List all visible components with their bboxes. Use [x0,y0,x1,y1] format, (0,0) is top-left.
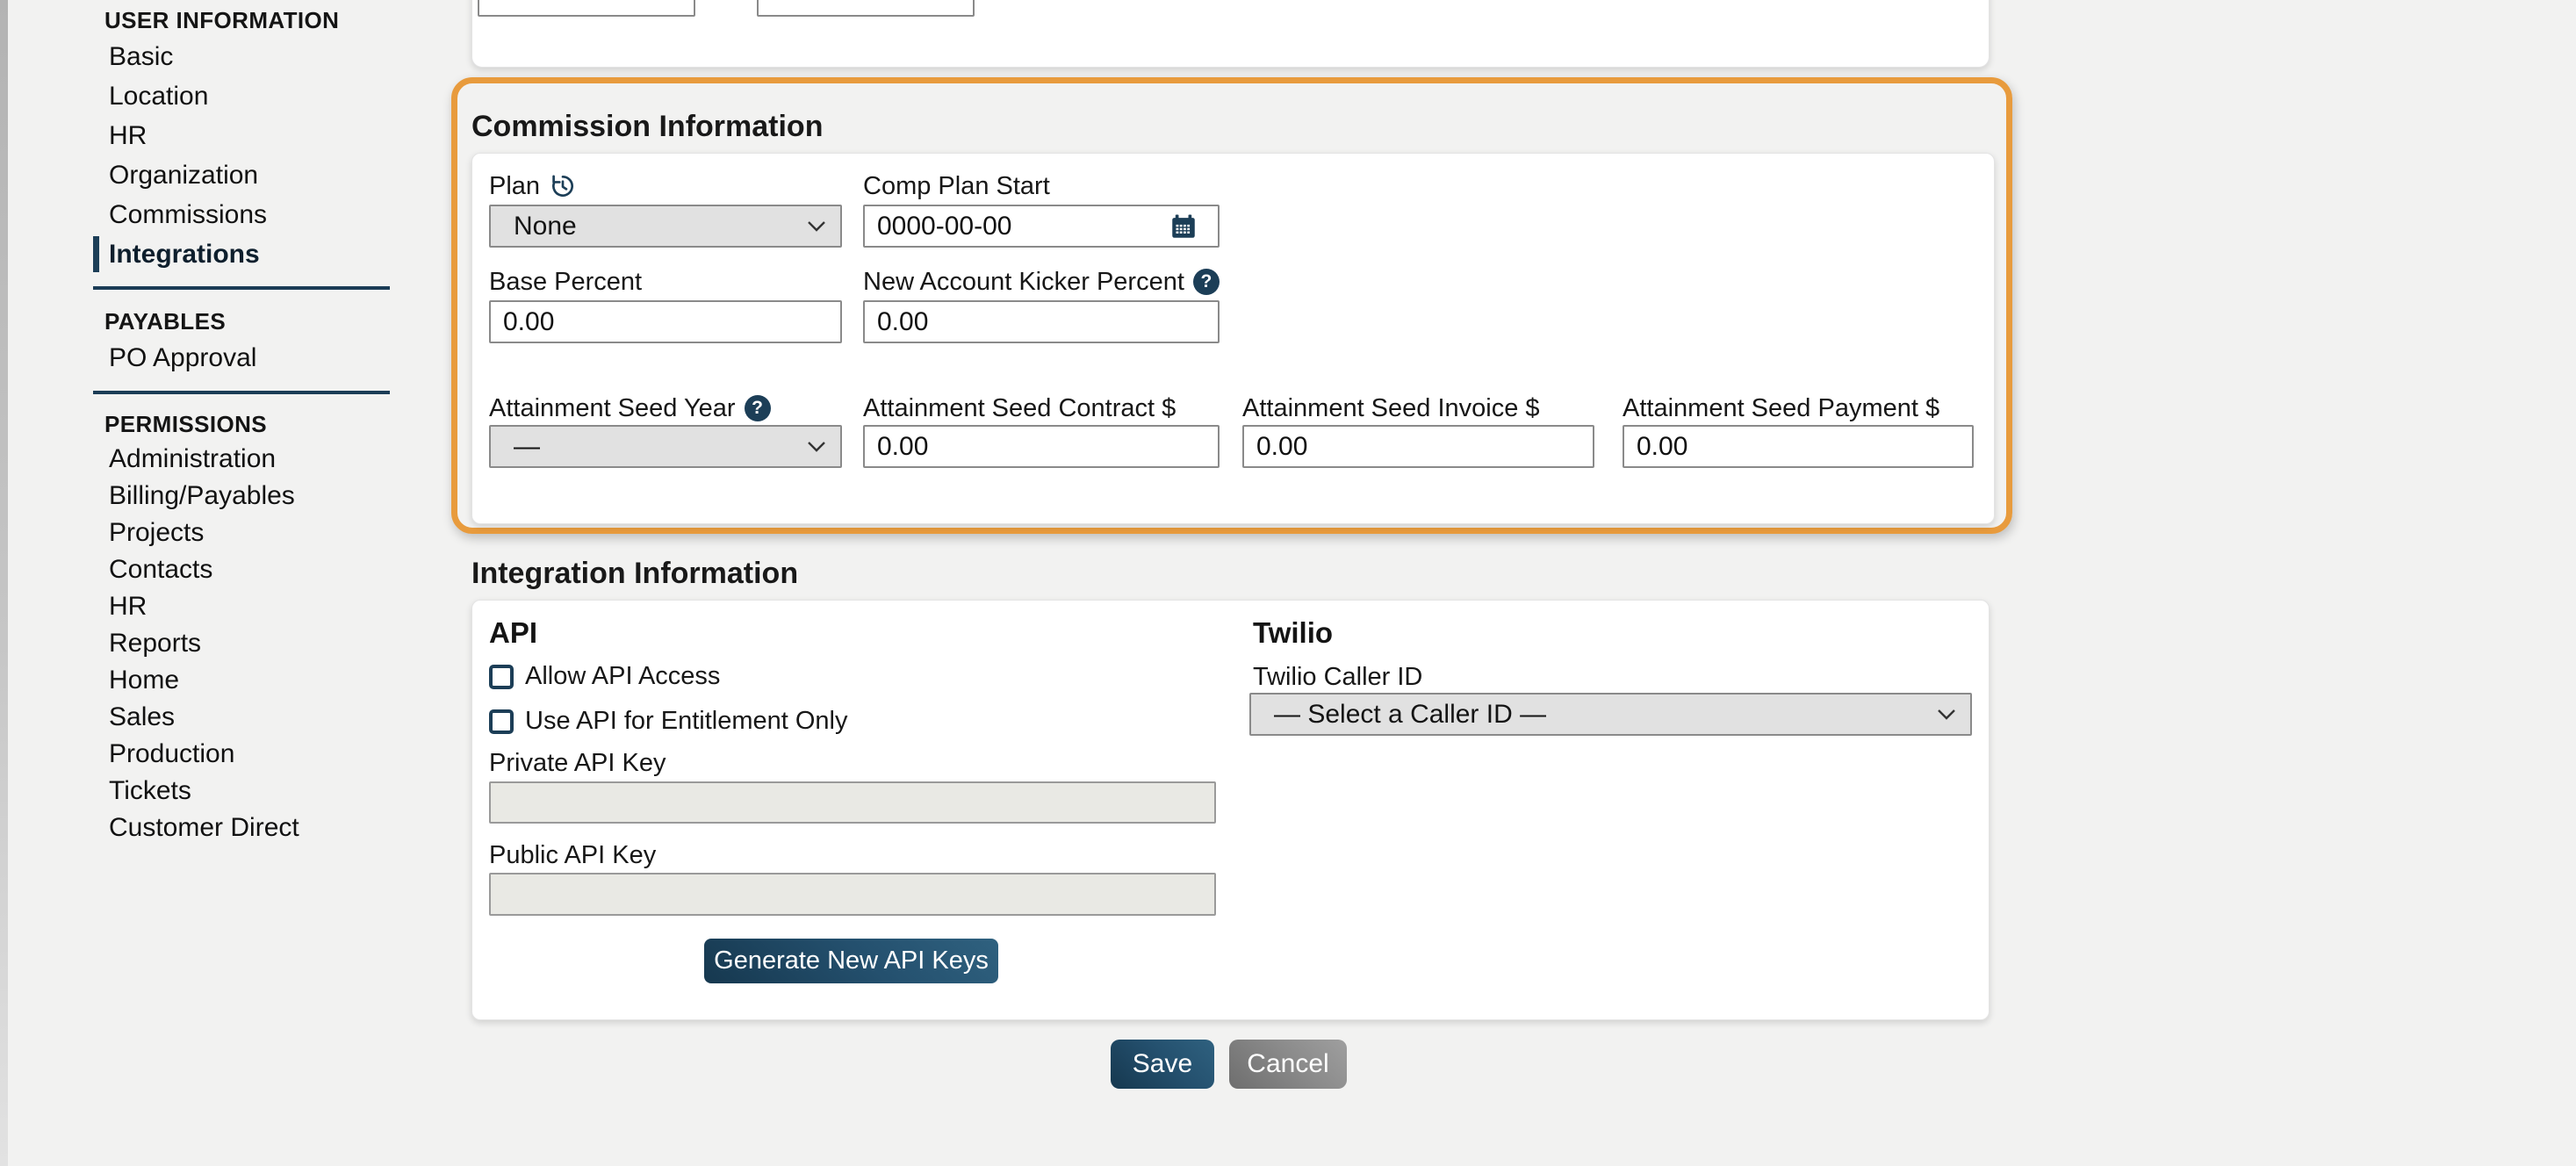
kicker-label-row: New Account Kicker Percent ? [863,267,1220,297]
sidebar-header-payables: PAYABLES [93,305,390,338]
sidebar-header-permissions: PERMISSIONS [93,407,390,441]
cropped-input[interactable] [757,0,975,17]
sidebar-item-organization[interactable]: Organization [93,155,390,195]
sidebar: USER INFORMATION Basic Location HR Organ… [93,0,390,846]
allow-api-access-checkbox[interactable] [489,665,514,689]
sidebar-item-billing-payables[interactable]: Billing/Payables [93,478,390,515]
seed-payment-input[interactable] [1623,425,1974,468]
cropped-input[interactable] [478,0,695,17]
kicker-percent-input[interactable] [863,300,1220,343]
commission-card: Plan Comp Plan Start None [471,153,1995,524]
comp-plan-start-input[interactable] [863,205,1220,248]
base-percent-input[interactable] [489,300,842,343]
seed-contract-label: Attainment Seed Contract $ [863,393,1176,423]
cancel-button[interactable]: Cancel [1229,1040,1347,1089]
seed-payment-label: Attainment Seed Payment $ [1623,393,1939,423]
twilio-caller-id-label-text: Twilio Caller ID [1253,662,1422,692]
seed-invoice-label: Attainment Seed Invoice $ [1242,393,1540,423]
sidebar-item-po-approval[interactable]: PO Approval [93,338,390,378]
seed-year-select[interactable]: — [489,425,842,468]
generate-api-keys-button[interactable]: Generate New API Keys [704,939,998,983]
sidebar-item-permissions-hr[interactable]: HR [93,588,390,625]
chevron-down-icon [807,220,826,233]
twilio-caller-id-label: Twilio Caller ID [1253,662,1422,692]
sidebar-item-location[interactable]: Location [93,76,390,116]
sidebar-item-home[interactable]: Home [93,662,390,699]
sidebar-item-reports[interactable]: Reports [93,625,390,662]
sidebar-divider [93,286,390,290]
sidebar-item-contacts[interactable]: Contacts [93,551,390,588]
plan-label-row: Plan [489,171,577,201]
plan-label: Plan [489,171,540,201]
settings-page: USER INFORMATION Basic Location HR Organ… [0,0,2576,1166]
sidebar-item-customer-direct[interactable]: Customer Direct [93,810,390,846]
entitlement-only-checkbox[interactable] [489,709,514,734]
seed-payment-label-text: Attainment Seed Payment $ [1623,393,1939,423]
sidebar-item-tickets[interactable]: Tickets [93,773,390,810]
sidebar-item-hr[interactable]: HR [93,116,390,155]
twilio-caller-id-value: — Select a Caller ID — [1274,700,1546,730]
seed-contract-label-text: Attainment Seed Contract $ [863,393,1176,423]
sidebar-item-sales[interactable]: Sales [93,699,390,736]
private-api-key-input [489,781,1216,824]
comp-plan-start-label: Comp Plan Start [863,171,1050,201]
seed-invoice-input[interactable] [1242,425,1594,468]
integration-section-title: Integration Information [471,554,798,593]
question-icon[interactable]: ? [1193,269,1220,295]
sidebar-item-commissions[interactable]: Commissions [93,195,390,234]
seed-contract-input[interactable] [863,425,1220,468]
integration-card: API Allow API Access Use API for Entitle… [471,600,1990,1020]
sidebar-item-administration[interactable]: Administration [93,441,390,478]
allow-api-access-label: Allow API Access [525,662,720,691]
left-scroll-strip[interactable] [0,0,8,1166]
base-percent-label-text: Base Percent [489,267,642,297]
commission-section-highlight: Commission Information Plan Comp Plan St… [451,77,2012,534]
public-api-key-label-text: Public API Key [489,840,656,870]
kicker-label-text: New Account Kicker Percent [863,267,1184,297]
seed-year-label-text: Attainment Seed Year [489,393,736,423]
seed-year-label-row: Attainment Seed Year ? [489,393,771,423]
public-api-key-input [489,873,1216,916]
seed-invoice-label-text: Attainment Seed Invoice $ [1242,393,1540,423]
entitlement-only-label: Use API for Entitlement Only [525,707,847,736]
allow-api-access-row: Allow API Access [489,662,720,691]
base-percent-label: Base Percent [489,267,642,297]
plan-select-value: None [514,212,577,241]
question-icon[interactable]: ? [745,395,771,421]
entitlement-only-row: Use API for Entitlement Only [489,707,847,736]
comp-plan-start-label-text: Comp Plan Start [863,171,1050,201]
sidebar-item-basic[interactable]: Basic [93,37,390,76]
sidebar-item-projects[interactable]: Projects [93,515,390,551]
history-icon[interactable] [549,172,577,200]
twilio-caller-id-select[interactable]: — Select a Caller ID — [1249,693,1972,736]
commission-section-title: Commission Information [471,107,823,146]
sidebar-header-user-information: USER INFORMATION [93,4,390,37]
seed-year-select-value: — [514,432,540,462]
private-api-key-label-text: Private API Key [489,748,666,778]
sidebar-item-integrations[interactable]: Integrations [93,234,390,274]
public-api-key-label: Public API Key [489,840,656,870]
sidebar-item-production[interactable]: Production [93,736,390,773]
previous-section-card [471,0,1990,68]
api-heading: API [489,614,537,652]
chevron-down-icon [1937,709,1956,721]
chevron-down-icon [807,441,826,453]
calendar-icon[interactable] [1169,212,1198,241]
plan-select[interactable]: None [489,205,842,248]
sidebar-divider [93,391,390,394]
private-api-key-label: Private API Key [489,748,666,778]
twilio-heading: Twilio [1253,614,1333,652]
save-button[interactable]: Save [1111,1040,1214,1089]
